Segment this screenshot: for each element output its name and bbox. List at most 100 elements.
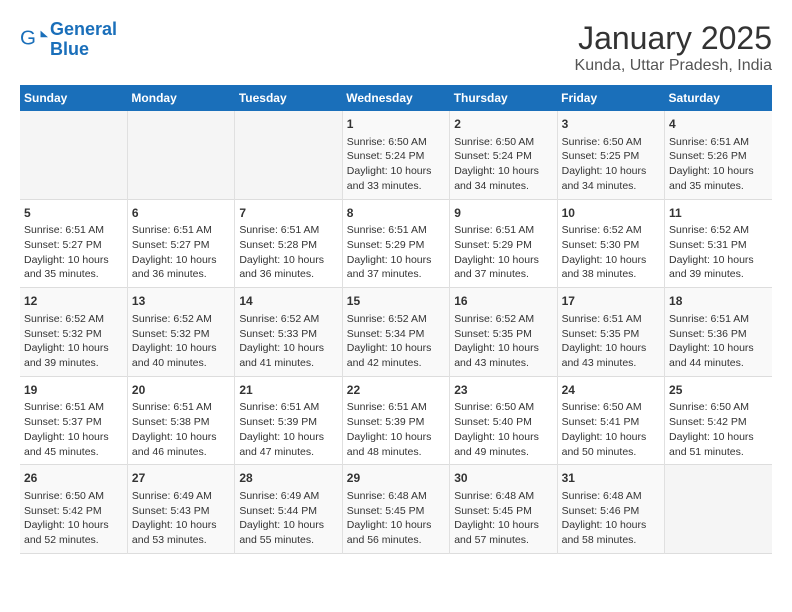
- calendar-cell: [665, 465, 772, 554]
- day-number: 7: [239, 205, 337, 222]
- sunset-text: Sunset: 5:37 PM: [24, 415, 123, 430]
- day-header-saturday: Saturday: [665, 85, 772, 111]
- sunrise-text: Sunrise: 6:51 AM: [239, 223, 337, 238]
- sunrise-text: Sunrise: 6:51 AM: [239, 400, 337, 415]
- day-header-friday: Friday: [557, 85, 664, 111]
- sunset-text: Sunset: 5:42 PM: [669, 415, 768, 430]
- sunset-text: Sunset: 5:26 PM: [669, 149, 768, 164]
- daylight-text: Daylight: 10 hours and 46 minutes.: [132, 430, 230, 459]
- daylight-text: Daylight: 10 hours and 37 minutes.: [347, 253, 445, 282]
- calendar-cell: 18Sunrise: 6:51 AMSunset: 5:36 PMDayligh…: [665, 288, 772, 377]
- sunset-text: Sunset: 5:24 PM: [454, 149, 552, 164]
- day-header-monday: Monday: [127, 85, 234, 111]
- sunrise-text: Sunrise: 6:50 AM: [24, 489, 123, 504]
- sunrise-text: Sunrise: 6:51 AM: [132, 223, 230, 238]
- day-number: 23: [454, 382, 552, 399]
- daylight-text: Daylight: 10 hours and 38 minutes.: [562, 253, 660, 282]
- day-number: 13: [132, 293, 230, 310]
- day-number: 21: [239, 382, 337, 399]
- calendar-cell: 25Sunrise: 6:50 AMSunset: 5:42 PMDayligh…: [665, 376, 772, 465]
- calendar-cell: 14Sunrise: 6:52 AMSunset: 5:33 PMDayligh…: [235, 288, 342, 377]
- sunset-text: Sunset: 5:40 PM: [454, 415, 552, 430]
- sunset-text: Sunset: 5:32 PM: [132, 327, 230, 342]
- daylight-text: Daylight: 10 hours and 35 minutes.: [669, 164, 768, 193]
- sunset-text: Sunset: 5:27 PM: [132, 238, 230, 253]
- sunrise-text: Sunrise: 6:52 AM: [347, 312, 445, 327]
- day-number: 11: [669, 205, 768, 222]
- svg-text:G: G: [20, 26, 36, 49]
- day-number: 30: [454, 470, 552, 487]
- day-number: 14: [239, 293, 337, 310]
- day-number: 31: [562, 470, 660, 487]
- calendar-cell: 7Sunrise: 6:51 AMSunset: 5:28 PMDaylight…: [235, 199, 342, 288]
- calendar-cell: 23Sunrise: 6:50 AMSunset: 5:40 PMDayligh…: [450, 376, 557, 465]
- day-header-wednesday: Wednesday: [342, 85, 449, 111]
- calendar-cell: 6Sunrise: 6:51 AMSunset: 5:27 PMDaylight…: [127, 199, 234, 288]
- daylight-text: Daylight: 10 hours and 49 minutes.: [454, 430, 552, 459]
- calendar-cell: 10Sunrise: 6:52 AMSunset: 5:30 PMDayligh…: [557, 199, 664, 288]
- daylight-text: Daylight: 10 hours and 56 minutes.: [347, 518, 445, 547]
- sunrise-text: Sunrise: 6:52 AM: [239, 312, 337, 327]
- sunset-text: Sunset: 5:35 PM: [454, 327, 552, 342]
- sunrise-text: Sunrise: 6:51 AM: [669, 312, 768, 327]
- day-number: 25: [669, 382, 768, 399]
- calendar-cell: 26Sunrise: 6:50 AMSunset: 5:42 PMDayligh…: [20, 465, 127, 554]
- calendar-cell: 15Sunrise: 6:52 AMSunset: 5:34 PMDayligh…: [342, 288, 449, 377]
- calendar-cell: [235, 111, 342, 199]
- sunset-text: Sunset: 5:36 PM: [669, 327, 768, 342]
- calendar-cell: 29Sunrise: 6:48 AMSunset: 5:45 PMDayligh…: [342, 465, 449, 554]
- calendar-table: SundayMondayTuesdayWednesdayThursdayFrid…: [20, 85, 772, 554]
- day-number: 3: [562, 116, 660, 133]
- sunrise-text: Sunrise: 6:51 AM: [562, 312, 660, 327]
- daylight-text: Daylight: 10 hours and 36 minutes.: [239, 253, 337, 282]
- day-number: 5: [24, 205, 123, 222]
- sunrise-text: Sunrise: 6:50 AM: [454, 400, 552, 415]
- sunset-text: Sunset: 5:28 PM: [239, 238, 337, 253]
- day-number: 15: [347, 293, 445, 310]
- daylight-text: Daylight: 10 hours and 47 minutes.: [239, 430, 337, 459]
- daylight-text: Daylight: 10 hours and 53 minutes.: [132, 518, 230, 547]
- daylight-text: Daylight: 10 hours and 57 minutes.: [454, 518, 552, 547]
- calendar-cell: 11Sunrise: 6:52 AMSunset: 5:31 PMDayligh…: [665, 199, 772, 288]
- day-number: 1: [347, 116, 445, 133]
- sunrise-text: Sunrise: 6:52 AM: [454, 312, 552, 327]
- day-number: 6: [132, 205, 230, 222]
- daylight-text: Daylight: 10 hours and 34 minutes.: [454, 164, 552, 193]
- calendar-cell: 21Sunrise: 6:51 AMSunset: 5:39 PMDayligh…: [235, 376, 342, 465]
- calendar-cell: 19Sunrise: 6:51 AMSunset: 5:37 PMDayligh…: [20, 376, 127, 465]
- sunrise-text: Sunrise: 6:49 AM: [239, 489, 337, 504]
- calendar-cell: 12Sunrise: 6:52 AMSunset: 5:32 PMDayligh…: [20, 288, 127, 377]
- day-number: 26: [24, 470, 123, 487]
- calendar-cell: 3Sunrise: 6:50 AMSunset: 5:25 PMDaylight…: [557, 111, 664, 199]
- day-header-sunday: Sunday: [20, 85, 127, 111]
- sunrise-text: Sunrise: 6:52 AM: [132, 312, 230, 327]
- sunrise-text: Sunrise: 6:49 AM: [132, 489, 230, 504]
- calendar-cell: 9Sunrise: 6:51 AMSunset: 5:29 PMDaylight…: [450, 199, 557, 288]
- daylight-text: Daylight: 10 hours and 43 minutes.: [454, 341, 552, 370]
- calendar-cell: 17Sunrise: 6:51 AMSunset: 5:35 PMDayligh…: [557, 288, 664, 377]
- calendar-cell: 30Sunrise: 6:48 AMSunset: 5:45 PMDayligh…: [450, 465, 557, 554]
- sunset-text: Sunset: 5:34 PM: [347, 327, 445, 342]
- daylight-text: Daylight: 10 hours and 37 minutes.: [454, 253, 552, 282]
- day-number: 12: [24, 293, 123, 310]
- daylight-text: Daylight: 10 hours and 48 minutes.: [347, 430, 445, 459]
- daylight-text: Daylight: 10 hours and 34 minutes.: [562, 164, 660, 193]
- sunrise-text: Sunrise: 6:51 AM: [24, 400, 123, 415]
- calendar-cell: 28Sunrise: 6:49 AMSunset: 5:44 PMDayligh…: [235, 465, 342, 554]
- day-number: 9: [454, 205, 552, 222]
- calendar-cell: 13 Sunrise: 6:52 AMSunset: 5:32 PMDayligh…: [127, 288, 234, 377]
- day-number: 2: [454, 116, 552, 133]
- calendar-cell: 20Sunrise: 6:51 AMSunset: 5:38 PMDayligh…: [127, 376, 234, 465]
- daylight-text: Daylight: 10 hours and 58 minutes.: [562, 518, 660, 547]
- sunset-text: Sunset: 5:35 PM: [562, 327, 660, 342]
- daylight-text: Daylight: 10 hours and 39 minutes.: [669, 253, 768, 282]
- daylight-text: Daylight: 10 hours and 40 minutes.: [132, 341, 230, 370]
- calendar-cell: 4Sunrise: 6:51 AMSunset: 5:26 PMDaylight…: [665, 111, 772, 199]
- day-number: 17: [562, 293, 660, 310]
- sunset-text: Sunset: 5:33 PM: [239, 327, 337, 342]
- week-row-4: 19Sunrise: 6:51 AMSunset: 5:37 PMDayligh…: [20, 376, 772, 465]
- calendar-cell: 27Sunrise: 6:49 AMSunset: 5:43 PMDayligh…: [127, 465, 234, 554]
- title-block: January 2025 Kunda, Uttar Pradesh, India: [575, 20, 772, 75]
- sunrise-text: Sunrise: 6:51 AM: [454, 223, 552, 238]
- week-row-2: 5Sunrise: 6:51 AMSunset: 5:27 PMDaylight…: [20, 199, 772, 288]
